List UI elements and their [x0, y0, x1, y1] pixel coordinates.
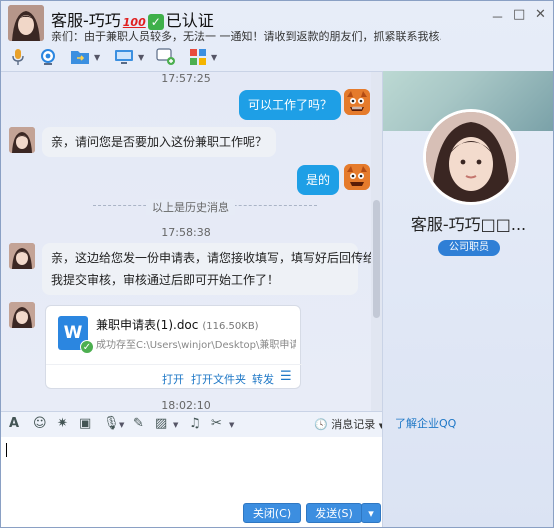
message-line: 我提交审核，审核通过后即可开始工作了！: [51, 273, 280, 287]
image-icon[interactable]: ▨: [155, 416, 167, 431]
shake-window-icon[interactable]: ✷: [57, 416, 68, 431]
chat-window: 客服-巧巧 100 ✓ 已认证 亲们：由于兼职人员较多，无法一 一通知！请收到返款的朋…: [0, 0, 554, 528]
screen-share-chevron-down-icon[interactable]: ▼: [138, 53, 144, 62]
video-call-icon[interactable]: [37, 47, 59, 67]
close-button[interactable]: 关闭(C): [243, 503, 301, 523]
image-chevron-down-icon[interactable]: ▼: [173, 421, 178, 429]
chat-toolbar: ▼ ▼ ▼: [1, 45, 553, 71]
timestamp: 17:57:25: [161, 72, 211, 85]
scrollbar-thumb[interactable]: [373, 200, 380, 318]
timestamp: 18:02:10: [161, 399, 211, 411]
screen-share-icon[interactable]: [113, 47, 135, 67]
self-avatar[interactable]: [344, 89, 370, 115]
music-icon[interactable]: ♫: [189, 416, 201, 431]
send-button[interactable]: 发送(S): [306, 503, 362, 523]
file-name-text: 兼职申请表(1).doc: [96, 318, 199, 332]
voice-message-icon[interactable]: 🎙: [103, 416, 120, 431]
message-bubble-self[interactable]: 可以工作了吗？: [239, 90, 342, 120]
maximize-button[interactable]: □: [513, 7, 525, 22]
message-history-button[interactable]: 🕓 消息记录 ▼: [314, 416, 384, 432]
send-file-icon[interactable]: [69, 47, 91, 67]
send-options-chevron-down-icon[interactable]: ▾: [361, 503, 381, 523]
contact-signature: 亲们：由于兼职人员较多，无法一 一通知！请收到返款的朋友们，抓紧联系我核...: [51, 30, 441, 43]
microphone-icon[interactable]: [7, 47, 29, 67]
contact-message-avatar[interactable]: [9, 127, 35, 153]
contact-message-avatar[interactable]: [9, 302, 35, 328]
screenshot-chevron-down-icon[interactable]: ▼: [229, 421, 234, 429]
close-window-button[interactable]: ✕: [535, 7, 546, 22]
employee-badge: 公司职员: [438, 240, 500, 256]
message-bubble-contact[interactable]: 亲，这边给您发一份申请表，请您接收填写，填写好后回传给 我提交审核，审核通过后即…: [42, 243, 376, 295]
minimize-button[interactable]: －: [491, 7, 504, 26]
file-actions: 打开 打开文件夹 转发 ☰: [46, 364, 302, 388]
file-name[interactable]: 兼职申请表(1).doc (116.50KB): [96, 316, 259, 333]
clock-icon: 🕓: [314, 418, 328, 431]
file-save-status: 成功存至C:\Users\winjor\Desktop\兼职申请...: [96, 340, 296, 351]
chat-header: 客服-巧巧 100 ✓ 已认证 亲们：由于兼职人员较多，无法一 一通知！请收到返款的朋…: [1, 1, 553, 45]
contact-message-avatar[interactable]: [9, 243, 35, 269]
emoji-icon[interactable]: ☺: [33, 416, 47, 431]
message-area: 17:57:25 可以工作了吗？ 亲，请问您是否要加入这份兼职工作呢？ 是的 以…: [1, 71, 382, 411]
screenshot-scissors-icon[interactable]: ✂: [211, 416, 222, 431]
open-folder-link[interactable]: 打开文件夹: [191, 371, 246, 387]
message-bubble-self[interactable]: 是的: [297, 165, 340, 195]
gif-icon[interactable]: ▣: [79, 416, 91, 431]
app-center-chevron-down-icon[interactable]: ▼: [211, 53, 217, 62]
message-line: 亲，这边给您发一份申请表，请您接收填写，填写好后回传给: [51, 251, 376, 265]
success-check-icon: ✓: [80, 340, 94, 354]
history-divider-label: 以上是历史消息: [146, 199, 235, 215]
text-cursor: [6, 443, 7, 457]
app-center-icon[interactable]: [187, 47, 209, 67]
timestamp: 17:58:38: [161, 226, 211, 239]
file-message-card[interactable]: W ✓ 兼职申请表(1).doc (116.50KB) 成功存至C:\Users\…: [45, 305, 302, 389]
message-scrollbar[interactable]: [371, 72, 382, 411]
learn-enterprise-qq-link[interactable]: 了解企业QQ: [395, 415, 456, 431]
message-history-label: 消息记录: [331, 418, 376, 431]
message-bubble-contact[interactable]: 亲，请问您是否要加入这份兼职工作呢？: [42, 127, 277, 157]
file-menu-icon[interactable]: ☰: [280, 369, 292, 384]
font-icon[interactable]: A: [9, 416, 19, 431]
profile-name: 客服-巧巧□□...: [410, 215, 527, 234]
file-size: (116.50KB): [202, 321, 259, 332]
forward-file-link[interactable]: 转发: [252, 371, 274, 387]
voice-chevron-down-icon[interactable]: ▼: [119, 421, 124, 429]
contact-avatar[interactable]: [8, 5, 44, 41]
send-file-chevron-down-icon[interactable]: ▼: [94, 53, 100, 62]
group-chat-add-icon[interactable]: [155, 47, 177, 67]
message-input[interactable]: [1, 437, 382, 497]
profile-photo[interactable]: [423, 109, 519, 205]
contact-profile-panel: 客服-巧巧□□... 公司职员 了解企业QQ: [382, 71, 553, 527]
edit-icon[interactable]: ✎: [133, 416, 144, 431]
self-avatar[interactable]: [344, 164, 370, 190]
input-toolbar: A ☺ ✷ ▣ 🎙 ▼ ✎ ▨ ▼ ♫ ✂ ▼ 🕓 消息记录 ▼: [1, 411, 384, 437]
open-file-link[interactable]: 打开: [162, 371, 184, 387]
send-bar: 关闭(C) 发送(S) ▾: [1, 497, 382, 527]
